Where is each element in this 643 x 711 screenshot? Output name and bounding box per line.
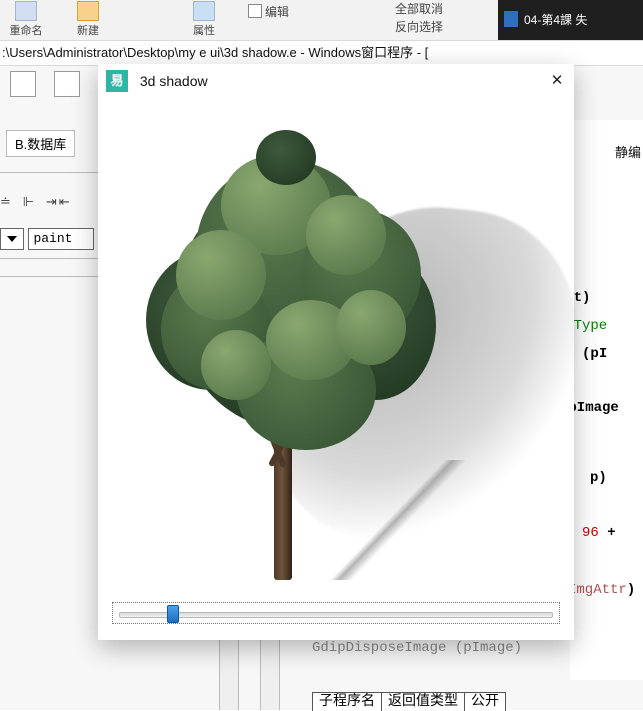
tool-icon-2[interactable] [54, 71, 80, 97]
document-icon [504, 11, 518, 27]
slider-thumb[interactable] [167, 605, 179, 623]
ribbon-new-label: 新建 [66, 22, 110, 38]
ribbon-invert-selection[interactable]: 反向选择 [395, 18, 443, 35]
ribbon-edit[interactable]: 编辑 [248, 3, 289, 20]
slider-track [119, 612, 553, 618]
tool-icon-1[interactable] [10, 71, 36, 97]
shadow-slider[interactable] [112, 602, 560, 624]
preview-canvas [106, 100, 566, 600]
paint-selector-row: paint [0, 228, 110, 252]
ribbon-rename-label: 重命名 [2, 22, 50, 38]
ribbon-new[interactable]: 新建 [66, 0, 110, 38]
dark-tab-label: 04-第4課 失 [524, 13, 587, 27]
right-menu-item[interactable]: 静编 [615, 142, 641, 161]
title-path-bar: :\Users\Administrator\Desktop\my e ui\3d… [0, 40, 643, 66]
separator [0, 172, 110, 173]
ribbon-properties-label: 属性 [182, 22, 226, 38]
vertical-ruler [219, 640, 239, 710]
ribbon-deselect-all[interactable]: 全部取消 [395, 0, 443, 17]
code-line-7: ImgAttr) [568, 582, 635, 598]
database-button[interactable]: B.数据库 [6, 130, 75, 157]
separator [0, 258, 110, 259]
alignment-tools[interactable]: ≐ ⊩ ⇥⇤ [0, 195, 110, 225]
modal-3d-shadow: 3d shadow ✕ [98, 64, 574, 640]
app-logo-icon [106, 70, 128, 92]
code-line-5: p) [590, 470, 607, 486]
vertical-ruler [260, 640, 280, 710]
tree-image [106, 100, 566, 600]
ribbon-properties[interactable]: 属性 [182, 0, 226, 38]
code-dispose-line: GdipDisposeImage (pImage) [312, 640, 522, 656]
col-return-type: 返回值类型 [381, 692, 465, 711]
dark-editor-tab[interactable]: 04-第4課 失 [498, 0, 643, 40]
separator [0, 276, 110, 277]
paint-value[interactable]: paint [28, 228, 94, 250]
page-root: 重命名 新建 属性 编辑 全部取消 反向选择 04-第4課 失 :\Users\… [0, 0, 643, 710]
paint-dropdown[interactable] [0, 228, 24, 250]
code-line-6: 96 + [582, 525, 624, 541]
ribbon-rename[interactable]: 重命名 [2, 0, 50, 38]
close-icon[interactable]: ✕ [546, 70, 568, 92]
col-public: 公开 [464, 692, 506, 711]
col-subroutine-name: 子程序名 [312, 692, 382, 711]
modal-titlebar[interactable]: 3d shadow ✕ [98, 64, 574, 98]
modal-title-text: 3d shadow [140, 73, 208, 89]
subroutine-table-header: 子程序名返回值类型公开 [312, 690, 505, 710]
title-path-text: :\Users\Administrator\Desktop\my e ui\3d… [2, 45, 428, 60]
